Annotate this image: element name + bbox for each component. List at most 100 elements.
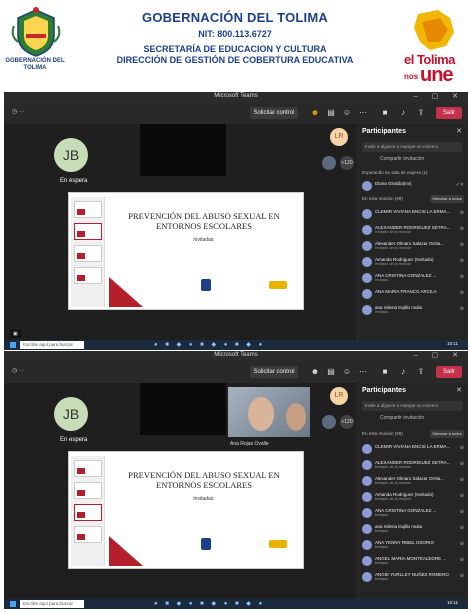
mic-off-icon: ⊘	[459, 226, 464, 232]
participant-role: Invitado	[375, 561, 389, 565]
request-control-button[interactable]: Solicitar control	[250, 366, 298, 378]
list-item[interactable]: CLEMIR VIVIANA ENCIS LA ERMA... ⊘	[362, 208, 464, 220]
window-titlebar: Microsoft Teams – ▢ ✕	[4, 351, 468, 361]
participant-role: Invitado de la reunión	[375, 230, 412, 234]
mic-off-icon: ⊘	[459, 509, 464, 515]
meeting-header[interactable]: En esta reunión (99)	[362, 196, 403, 201]
leave-button[interactable]: Salir	[436, 107, 462, 119]
more-options-icon[interactable]: ⋯	[358, 108, 368, 118]
meeting-stage: JB En espera Ana Rojas Ovalle LR +120 PR…	[4, 383, 356, 599]
avatar-lr: LR	[330, 128, 348, 146]
more-participants-badge[interactable]: +120	[340, 415, 354, 429]
meeting-header[interactable]: En esta reunión (99)	[362, 431, 403, 436]
shared-presentation: PREVENCIÓN DEL ABUSO SEXUAL EN ENTORNOS …	[68, 451, 304, 569]
header-nit: NIT: 800.113.6727	[198, 29, 272, 39]
slide-thumbnail[interactable]	[74, 526, 102, 543]
share-invite-link[interactable]: Compartir invitación	[380, 415, 424, 421]
reactions-icon[interactable]: ☺	[342, 367, 352, 377]
meeting-stage: JB En espera LR +120 PREVENCIÓN DEL ABUS…	[4, 124, 356, 340]
el-tolima-nos-une-logo: el Tolima nos une	[400, 8, 466, 86]
list-item[interactable]: ANGEL MARIA MONTEALEGRE ... Invitado ⊘	[362, 555, 464, 567]
camera-icon[interactable]: ■	[380, 108, 390, 118]
participants-panel: Participantes ✕ Invite a alguien o marqu…	[356, 383, 468, 599]
slide-thumbnail[interactable]	[74, 245, 102, 262]
list-item[interactable]: ANA MARIA FRANCO ARCILA ⊘	[362, 288, 464, 300]
list-item[interactable]: Amanda Rodriguez (Invitado) Invitado de …	[362, 256, 464, 268]
slide-decoration	[109, 277, 143, 307]
slide-thumbnail[interactable]	[74, 482, 102, 499]
reactions-icon[interactable]: ☺	[342, 108, 352, 118]
taskbar-search-input[interactable]: Escribe aquí para buscar	[20, 600, 84, 608]
people-icon[interactable]: ☻	[310, 367, 320, 377]
list-item[interactable]: CLEMIR VIVIANA ENCIS LA ERMA... ⊘	[362, 443, 464, 455]
share-icon[interactable]: ⇪	[416, 367, 426, 377]
list-item[interactable]: Alexander Olmaro Salazar Orrita... Invit…	[362, 240, 464, 252]
window-controls[interactable]: – ▢ ✕	[414, 92, 464, 100]
mute-all-button[interactable]: Silenciar a todos	[430, 430, 464, 438]
taskbar-app-icons[interactable]: ● ■ ◆ ● ■ ◆ ● ■ ◆ ●	[154, 341, 265, 348]
list-item[interactable]: ana milena trujillo mulia Invitado ⊘	[362, 523, 464, 535]
header-text-block: GOBERNACIÓN DEL TOLIMA NIT: 800.113.6727…	[80, 10, 390, 65]
people-icon[interactable]: ☻	[310, 108, 320, 118]
window-title: Microsoft Teams	[214, 93, 258, 99]
list-item[interactable]: Diana Giraldo(Inv) ✓✕	[362, 180, 464, 192]
list-item[interactable]: ANA YENNY RIBEL OSORIO Invitado ⊘	[362, 539, 464, 551]
meeting-toolbar: ◷ ··· Solicitar control ☻ ▤ ☺ ⋯ ■ ♪ ⇪ Sa…	[4, 102, 468, 124]
mic-off-icon: ⊘	[459, 258, 464, 264]
avatar	[362, 556, 372, 566]
list-item[interactable]: ALEXANDER RODRIGUEZ SETRA... Invitado de…	[362, 224, 464, 236]
slide-thumbnails	[71, 197, 105, 307]
close-icon[interactable]: ✕	[456, 127, 462, 135]
list-item[interactable]: Amanda Rodriguez (Invitado) Invitado de …	[362, 491, 464, 503]
chat-icon[interactable]: ▤	[326, 108, 336, 118]
mic-icon[interactable]: ♪	[398, 108, 408, 118]
list-item[interactable]: ANA CRISTINA GONZALEZ ... Invitado ⊘	[362, 507, 464, 519]
start-icon[interactable]	[10, 342, 16, 348]
list-item[interactable]: ANA CRISTINA GONZALEZ ... Invitado ⊘	[362, 272, 464, 284]
share-invite-link[interactable]: Compartir invitación	[380, 156, 424, 162]
list-item[interactable]: Alexander Olmaro Salazar Orrita... Invit…	[362, 475, 464, 487]
start-icon[interactable]	[10, 601, 16, 607]
meeting-toolbar: ◷ ··· Solicitar control ☻ ▤ ☺ ⋯ ■ ♪ ⇪ Sa…	[4, 361, 468, 383]
close-icon[interactable]: ✕	[456, 386, 462, 394]
slide-thumbnail[interactable]	[74, 504, 102, 521]
avatar	[362, 289, 372, 299]
taskbar-app-icons[interactable]: ● ■ ◆ ● ■ ◆ ● ■ ◆ ●	[154, 600, 265, 607]
window-controls[interactable]: – ▢ ✕	[414, 351, 464, 359]
current-slide: PREVENCIÓN DEL ABUSO SEXUAL EN ENTORNOS …	[109, 456, 301, 566]
slide-thumbnail[interactable]	[74, 223, 102, 240]
more-options-icon[interactable]: ⋯	[358, 367, 368, 377]
mic-off-icon: ⊘	[459, 445, 464, 451]
header-direccion: DIRECCIÓN DE GESTIÓN DE COBERTURA EDUCAT…	[116, 55, 354, 65]
more-participants-badge[interactable]: +120	[340, 156, 354, 170]
avatar: JB	[54, 397, 88, 431]
taskbar-search-input[interactable]: Escribe aquí para buscar	[20, 341, 84, 349]
avatar	[362, 524, 372, 534]
list-item[interactable]: ana milena trujillo mulia Invitado ⊘	[362, 304, 464, 316]
chat-icon[interactable]: ▤	[326, 367, 336, 377]
share-icon[interactable]: ⇪	[416, 108, 426, 118]
participant-name: CLEMIR VIVIANA ENCIS LA ERMA...	[375, 444, 451, 449]
slide-logo-icon	[201, 279, 211, 291]
slide-thumbnail[interactable]	[74, 201, 102, 218]
camera-video-tile[interactable]	[228, 387, 310, 437]
participant-role: Invitado	[375, 529, 389, 533]
mic-icon[interactable]: ♪	[398, 367, 408, 377]
slide-thumbnail[interactable]	[74, 267, 102, 284]
mute-all-button[interactable]: Silenciar a todos	[430, 195, 464, 203]
video-tile[interactable]	[140, 124, 226, 176]
video-tile[interactable]	[140, 383, 226, 435]
list-item[interactable]: ANGIE YURLLEY NUÑEZ ROMERO Invitado ⊘	[362, 571, 464, 583]
admit-icon[interactable]: ✓✕	[456, 182, 464, 188]
lobby-header[interactable]: Esperando en sala de espera (1)	[362, 170, 428, 175]
list-item[interactable]: ALEXANDER RODRIGUEZ SETRA... Invitado de…	[362, 459, 464, 471]
camera-icon[interactable]: ■	[380, 367, 390, 377]
invite-search-input[interactable]: Invite a alguien o marque un número	[362, 142, 462, 152]
header-secretaria: SECRETARÍA DE EDUCACION Y CULTURA	[143, 44, 327, 54]
slide-thumbnail[interactable]	[74, 460, 102, 477]
slide-invited-label: Invitadas:	[193, 496, 215, 502]
leave-button[interactable]: Salir	[436, 366, 462, 378]
request-control-button[interactable]: Solicitar control	[250, 107, 298, 119]
avatar	[362, 305, 372, 315]
invite-search-input[interactable]: Invite a alguien o marque un número	[362, 401, 462, 411]
